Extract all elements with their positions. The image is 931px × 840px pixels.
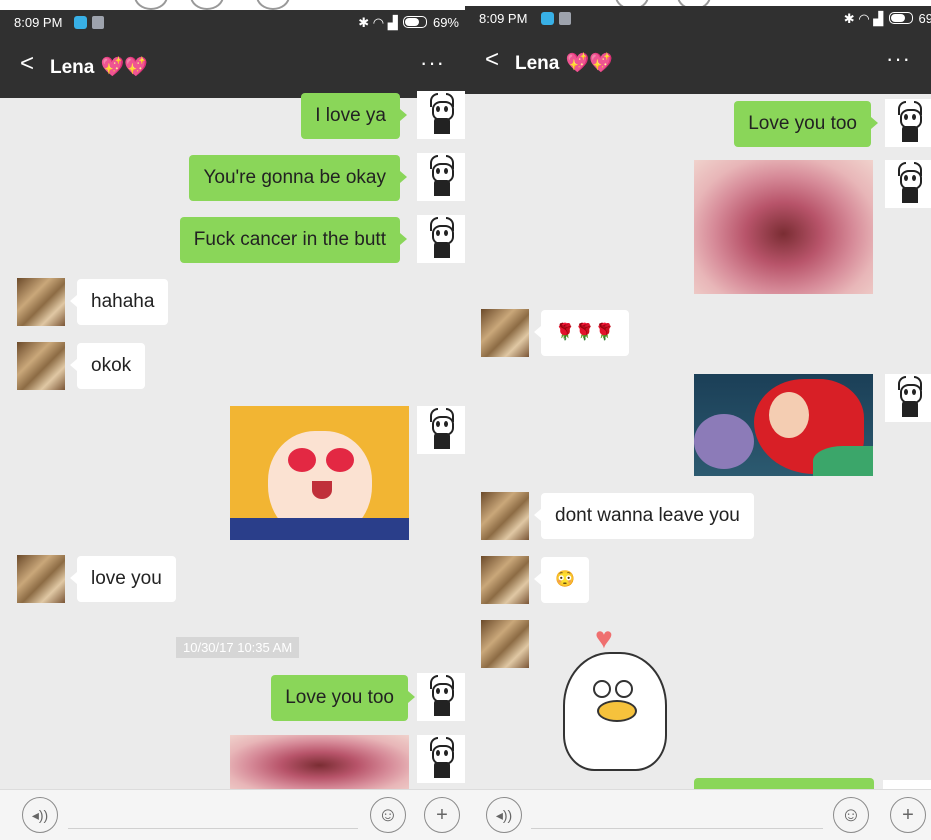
back-chevron-icon[interactable]: < bbox=[20, 50, 34, 78]
message-bubble-received[interactable]: hahaha bbox=[69, 279, 169, 325]
message-bubble-received[interactable]: love you bbox=[70, 556, 176, 602]
ariel-image[interactable] bbox=[694, 374, 873, 476]
wifi-icon: ◠ bbox=[372, 15, 385, 30]
notification-icon bbox=[74, 16, 87, 29]
message-bubble-received[interactable]: dont wanna leave you bbox=[534, 493, 754, 539]
more-dots-icon[interactable]: ··· bbox=[420, 50, 445, 76]
my-avatar[interactable] bbox=[885, 160, 931, 208]
plus-icon[interactable]: + bbox=[424, 797, 460, 833]
ariel-face bbox=[769, 392, 809, 438]
input-bar: ◂)) ☺ + bbox=[0, 789, 465, 840]
left-chat-screenshot: 8:09 PM ✱ ◠ ▟ 69% < Lena 💖💖 ··· I love y… bbox=[0, 0, 465, 840]
my-avatar[interactable] bbox=[417, 673, 465, 721]
bluetooth-icon: ✱ bbox=[843, 11, 855, 26]
my-avatar[interactable] bbox=[417, 215, 465, 263]
message-timestamp: 10/30/17 10:35 AM bbox=[176, 637, 300, 658]
signal-icon: ▟ bbox=[387, 15, 398, 30]
message-bubble-received[interactable]: 🌹🌹🌹 bbox=[534, 310, 629, 356]
message-bubble-sent[interactable]: Fuck cancer in the butt bbox=[179, 217, 408, 263]
lips-image[interactable] bbox=[230, 735, 409, 790]
heart-icon: ♥ bbox=[595, 622, 613, 655]
bluetooth-icon: ✱ bbox=[358, 15, 370, 30]
message-notification-icon bbox=[92, 16, 104, 29]
contact-avatar[interactable] bbox=[481, 492, 529, 540]
contact-name: Lena 💖💖 bbox=[50, 57, 148, 78]
my-avatar[interactable] bbox=[417, 153, 465, 201]
sticker-beak bbox=[597, 700, 637, 722]
sticker-eye bbox=[593, 680, 611, 698]
message-bubble-sent[interactable]: Love you too bbox=[734, 101, 878, 147]
voice-icon[interactable]: ◂)) bbox=[22, 797, 58, 833]
contact-avatar[interactable] bbox=[481, 556, 529, 604]
emoji-icon[interactable]: ☺ bbox=[370, 797, 406, 833]
contact-avatar[interactable] bbox=[481, 309, 529, 357]
my-avatar[interactable] bbox=[417, 406, 465, 454]
nav-button-cut bbox=[256, 0, 290, 10]
status-bar: 8:09 PM ✱ ◠ ▟ 69 bbox=[465, 6, 931, 32]
chat-header: < Lena 💖💖 ··· bbox=[465, 32, 931, 94]
nav-button-cut bbox=[190, 0, 224, 10]
sparkling-heart-icon: 💖💖 bbox=[100, 57, 148, 78]
signal-icon: ▟ bbox=[873, 11, 884, 26]
status-time: 8:09 PM bbox=[14, 15, 63, 30]
voice-icon[interactable]: ◂)) bbox=[486, 797, 522, 833]
contact-avatar[interactable] bbox=[481, 620, 529, 668]
message-input[interactable] bbox=[531, 828, 823, 829]
top-nav-cut bbox=[0, 0, 465, 10]
bird-sticker[interactable]: ♥ bbox=[553, 622, 673, 771]
status-right: ✱ ◠ ▟ 69 bbox=[844, 11, 931, 27]
battery-icon bbox=[403, 16, 428, 28]
chat-header: < Lena 💖💖 ··· bbox=[0, 36, 465, 98]
battery-percent: 69 bbox=[918, 11, 931, 26]
contact-name: Lena 💖💖 bbox=[515, 53, 613, 74]
right-chat-screenshot: 8:09 PM ✱ ◠ ▟ 69 < Lena 💖💖 ··· Love you … bbox=[465, 0, 931, 840]
message-bubble-sent[interactable]: Love you too bbox=[271, 675, 415, 721]
contact-avatar[interactable] bbox=[17, 342, 65, 390]
status-bar: 8:09 PM ✱ ◠ ▟ 69% bbox=[0, 10, 465, 36]
heart-eye bbox=[326, 448, 354, 472]
message-bubble-sent[interactable]: You're gonna be okay bbox=[189, 155, 407, 201]
ariel-tail bbox=[813, 446, 873, 476]
contact-avatar[interactable] bbox=[17, 278, 65, 326]
wifi-icon: ◠ bbox=[858, 11, 870, 26]
my-avatar[interactable] bbox=[417, 735, 465, 783]
battery-percent: 69% bbox=[432, 15, 459, 30]
status-time: 8:09 PM bbox=[479, 11, 528, 26]
my-avatar[interactable] bbox=[417, 91, 465, 139]
lips-image[interactable] bbox=[694, 160, 873, 294]
message-input[interactable] bbox=[68, 828, 358, 829]
emoji-icon[interactable]: ☺ bbox=[833, 797, 869, 833]
shell-shape bbox=[694, 414, 754, 469]
message-notification-icon bbox=[559, 12, 571, 25]
sticker-eye bbox=[615, 680, 633, 698]
message-bubble-sent[interactable]: I love ya bbox=[301, 93, 407, 139]
battery-icon bbox=[888, 12, 913, 24]
input-bar: ◂)) ☺ + bbox=[465, 789, 931, 840]
status-right: ✱ ◠ ▟ 69% bbox=[358, 15, 459, 31]
my-avatar[interactable] bbox=[885, 99, 931, 147]
more-dots-icon[interactable]: ··· bbox=[886, 46, 911, 72]
heart-eye bbox=[288, 448, 316, 472]
contact-avatar[interactable] bbox=[17, 555, 65, 603]
message-bubble-received[interactable]: okok bbox=[69, 343, 146, 389]
sparkling-heart-icon: 💖💖 bbox=[565, 53, 613, 74]
notification-icon bbox=[541, 12, 554, 25]
plus-icon[interactable]: + bbox=[890, 797, 926, 833]
sailor-moon-image[interactable] bbox=[230, 406, 409, 540]
sailor-mouth bbox=[312, 481, 332, 499]
sailor-collar bbox=[230, 518, 409, 540]
back-chevron-icon[interactable]: < bbox=[485, 46, 499, 74]
my-avatar[interactable] bbox=[885, 374, 931, 422]
message-bubble-received[interactable]: 😳 bbox=[534, 557, 589, 603]
nav-button-cut bbox=[134, 0, 168, 10]
